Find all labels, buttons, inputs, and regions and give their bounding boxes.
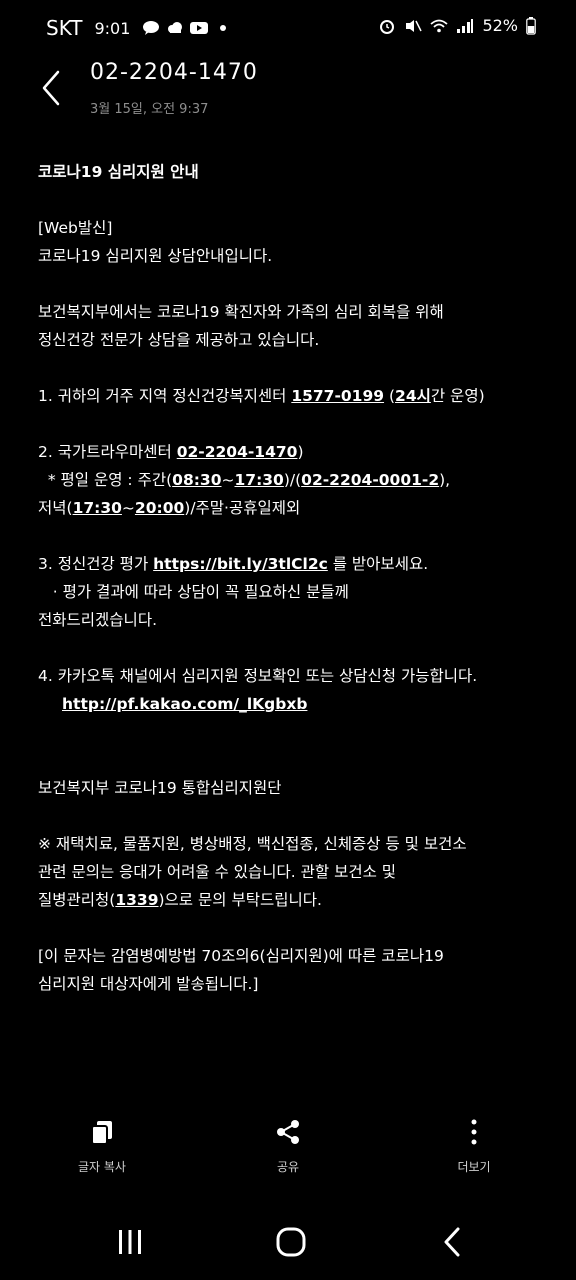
text-line: 3. 정신건강 평가 https://bit.ly/3tlCl2c 를 받아보세… [38,550,548,578]
time-link[interactable]: 17:30 [73,499,122,517]
wifi-icon [430,19,449,32]
text-segment: ~ [221,471,235,489]
text-line: 저녁(17:30~20:00)/주말·공휴일제외 [38,494,548,522]
time-link[interactable]: 08:30 [172,471,221,489]
text-segment: ) [297,443,304,461]
text-line: ※ 재택치료, 물품지원, 병상배정, 백신접종, 신체증상 등 및 보건소 [38,835,467,853]
time-link[interactable]: 20:00 [135,499,184,517]
recent-apps-icon [119,1230,141,1254]
text-segment: 를 받아보세요. [327,555,429,573]
share-icon [277,1120,299,1144]
text-line: 1. 귀하의 거주 지역 정신건강복지센터 1577-0199 (24시간 운영… [38,382,548,410]
text-segment: )으로 문의 부탁드립니다. [158,891,322,909]
status-time: 9:01 [94,18,131,38]
phone-link[interactable]: 1339 [115,891,158,909]
system-nav-bar [0,1200,576,1280]
text-line: 4. 카카오톡 채널에서 심리지원 정보확인 또는 상담신청 가능합니다. [38,667,478,685]
text-line: 2. 국가트라우마센터 02-2204-1470) [38,438,548,466]
text-line: * 평일 운영 : 주간(08:30~17:30)/(02-2204-0001-… [38,466,548,494]
message-date: 3월 15일, 오전 9:37 [90,102,209,117]
copy-text-button[interactable]: 글자 복사 [42,1118,162,1175]
status-left: SKT 9:01 [46,16,232,40]
conversation-header: 02-2204-1470 3월 15일, 오전 9:37 [0,52,576,142]
copy-text-label: 글자 복사 [78,1160,126,1174]
time-link[interactable]: 17:30 [235,471,284,489]
back-nav-button[interactable] [422,1222,482,1262]
text-segment: )/주말·공휴일제외 [184,499,301,517]
sender-number: 02-2204-1470 [90,60,258,85]
battery-percent: 52% [482,16,518,35]
more-vert-icon [471,1119,477,1145]
home-icon [276,1227,306,1257]
notification-dot-icon [220,25,227,31]
battery-icon [526,16,536,35]
text-line: 전화드리겠습니다. [38,611,158,629]
text-line: 보건복지부에서는 코로나19 확진자와 가족의 심리 회복을 위해 [38,303,444,321]
text-line: 정신건강 전문가 상담을 제공하고 있습니다. [38,331,320,349]
copy-icon [91,1121,112,1145]
text-segment: 1. 귀하의 거주 지역 정신건강복지센터 [38,387,292,405]
text-segment: 2. 국가트라우마센터 [38,443,177,461]
text-segment: ( [384,387,396,405]
text-segment: 간 운영) [430,387,485,405]
text-line: 심리지원 대상자에게 발송됩니다.] [38,975,259,993]
text-line: 관련 문의는 응대가 어려울 수 있습니다. 관할 보건소 및 [38,863,397,881]
share-button[interactable]: 공유 [228,1118,348,1175]
text-line: [Web발신] [38,219,113,237]
signal-icon [457,18,474,33]
mute-icon [406,19,423,32]
home-button[interactable] [261,1222,321,1262]
text-line: 보건복지부 코로나19 통합심리지원단 [38,779,282,797]
text-line: · 평가 결과에 따라 상담이 꼭 필요하신 분들께 [38,583,349,601]
recent-apps-button[interactable] [100,1222,160,1262]
phone-link[interactable]: 02-2204-1470 [177,443,298,461]
text-segment: )/( [283,471,302,489]
more-button[interactable]: 더보기 [414,1118,534,1175]
back-nav-icon [444,1227,460,1257]
text-segment: 3. 정신건강 평가 [38,555,154,573]
cloud-icon [168,22,183,33]
text-segment: * 평일 운영 : 주간( [38,471,173,489]
status-right: 52% [378,16,536,35]
phone-link[interactable]: 02-2204-0001-2 [301,471,439,489]
url-link[interactable]: https://bit.ly/3tlCl2c [153,555,328,573]
time-link[interactable]: 24시 [395,387,431,405]
text-segment: 저녁( [38,499,73,517]
kakao-url-link[interactable]: http://pf.kakao.com/_lKgbxb [62,695,307,713]
phone-link[interactable]: 1577-0199 [291,387,384,405]
alarm-icon [380,19,395,34]
text-line: [이 문자는 감염병예방법 70조의6(심리지원)에 따른 코로나19 [38,947,444,965]
text-segment: ), [439,471,451,489]
share-label: 공유 [276,1160,300,1174]
talk-icon [143,21,160,35]
text-line: http://pf.kakao.com/_lKgbxb [38,690,548,718]
bottom-action-bar: 글자 복사 공유 더보기 [0,1118,576,1198]
text-line: 질병관리청(1339)으로 문의 부탁드립니다. [38,886,548,914]
text-segment: ~ [121,499,135,517]
message-title: 코로나19 심리지원 안내 [38,163,199,181]
back-button[interactable] [36,68,76,108]
carrier-label: SKT [46,16,83,40]
text-segment: 질병관리청( [38,891,116,909]
message-body: 코로나19 심리지원 안내 [Web발신] 코로나19 심리지원 상담안내입니다… [38,158,548,998]
youtube-icon [190,22,209,34]
text-line: 코로나19 심리지원 상담안내입니다. [38,247,273,265]
back-arrow-icon [42,70,60,106]
more-label: 더보기 [457,1160,491,1174]
status-bar: SKT 9:01 52% [0,0,576,52]
